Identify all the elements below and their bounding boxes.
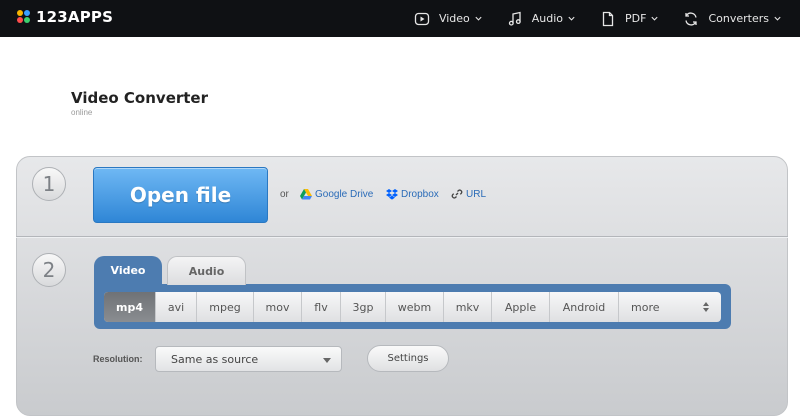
chevron-down-icon <box>568 16 575 21</box>
format-mp4[interactable]: mp4 <box>104 292 156 322</box>
top-navbar: 123APPS Video Audio PDF Converters <box>0 0 800 37</box>
tab-audio[interactable]: Audio <box>167 256 246 285</box>
google-drive-link[interactable]: Google Drive <box>300 188 373 200</box>
open-file-button[interactable]: Open file <box>93 167 268 223</box>
nav-item-pdf[interactable]: PDF <box>600 0 659 37</box>
format-more-select[interactable]: more <box>619 292 721 322</box>
dropbox-label: Dropbox <box>401 188 439 200</box>
resolution-select[interactable]: Same as source <box>155 346 342 372</box>
music-icon <box>508 11 521 26</box>
google-drive-icon <box>300 189 312 200</box>
tab-video[interactable]: Video <box>94 256 162 285</box>
chevron-down-icon <box>651 16 659 21</box>
settings-button[interactable]: Settings <box>367 345 449 372</box>
format-list: mp4 avi mpeg mov flv 3gp webm mkv Apple … <box>104 292 721 322</box>
step-number-2: 2 <box>32 253 66 287</box>
format-3gp[interactable]: 3gp <box>341 292 386 322</box>
up-down-arrows-icon <box>703 302 709 312</box>
nav-item-video-label: Video <box>438 12 470 25</box>
format-mkv[interactable]: mkv <box>444 292 492 322</box>
google-drive-label: Google Drive <box>315 188 374 200</box>
format-avi[interactable]: avi <box>156 292 197 322</box>
dropbox-link[interactable]: Dropbox <box>386 188 439 200</box>
url-link[interactable]: URL <box>451 188 486 200</box>
chevron-down-icon <box>774 16 781 21</box>
page-title: Video Converter <box>71 89 209 107</box>
resolution-value: Same as source <box>171 352 259 366</box>
format-more-label: more <box>631 300 660 314</box>
chevron-down-icon <box>475 16 482 21</box>
dropbox-icon <box>386 189 398 200</box>
logo-mark-icon <box>17 10 31 24</box>
nav-item-converters-label: Converters <box>708 12 769 25</box>
nav-item-video[interactable]: Video <box>414 0 483 37</box>
page-subtitle: online <box>71 108 93 117</box>
nav-item-converters[interactable]: Converters <box>683 0 782 37</box>
video-icon <box>414 12 430 25</box>
step-number-1: 1 <box>32 167 66 201</box>
nav-item-audio[interactable]: Audio <box>507 0 576 37</box>
logo-text: 123APPS <box>36 8 114 26</box>
step-divider-highlight <box>16 237 788 238</box>
nav-item-audio-label: Audio <box>531 12 564 25</box>
converters-icon <box>685 11 698 26</box>
format-apple[interactable]: Apple <box>492 292 550 322</box>
pdf-icon <box>602 11 614 26</box>
format-android[interactable]: Android <box>550 292 619 322</box>
or-label: or <box>280 189 289 200</box>
main-nav: Video Audio PDF Converters <box>390 0 800 37</box>
logo[interactable]: 123APPS <box>17 8 113 26</box>
format-webm[interactable]: webm <box>386 292 444 322</box>
resolution-label: Resolution: <box>93 354 143 364</box>
format-mpeg[interactable]: mpeg <box>197 292 254 322</box>
url-label: URL <box>466 188 487 200</box>
link-icon <box>451 189 463 199</box>
format-mov[interactable]: mov <box>254 292 302 322</box>
format-flv[interactable]: flv <box>302 292 341 322</box>
nav-item-pdf-label: PDF <box>625 12 647 25</box>
caret-down-icon <box>323 358 331 363</box>
